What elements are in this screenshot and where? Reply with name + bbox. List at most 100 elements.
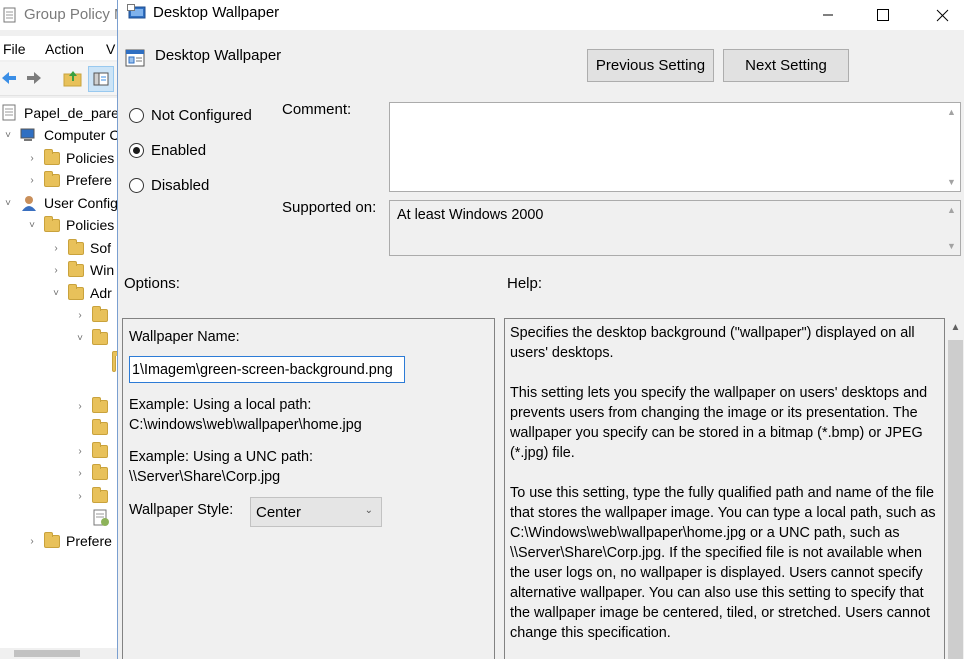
forward-arrow-icon[interactable] (25, 69, 43, 87)
tree-item[interactable]: ˅ Computer C (2, 124, 119, 146)
chevron-down-icon[interactable]: ˅ (50, 288, 62, 299)
comment-textarea[interactable]: ▲ ▼ (389, 102, 961, 192)
next-setting-button[interactable]: Next Setting (723, 49, 849, 82)
scroll-down-icon[interactable]: ▼ (947, 177, 956, 187)
folder-icon (92, 396, 108, 413)
radio-disabled[interactable]: Disabled (129, 174, 209, 196)
tree-item[interactable]: › (74, 304, 114, 326)
maximize-button[interactable] (860, 0, 906, 30)
chevron-right-icon[interactable]: › (50, 243, 62, 254)
help-scroll-thumb[interactable] (948, 340, 963, 659)
tree-item-label: Prefere (66, 533, 112, 549)
tree-item[interactable]: ˅ (74, 327, 114, 349)
previous-setting-button[interactable]: Previous Setting (587, 49, 714, 82)
tree-item-label: User Config (44, 195, 118, 211)
radio-button[interactable] (129, 107, 144, 123)
folder-icon (112, 351, 120, 372)
menu-view[interactable]: V (106, 41, 115, 57)
radio-button[interactable] (129, 177, 144, 193)
help-text: Specifies the desktop background ("wallp… (510, 323, 942, 663)
comment-label: Comment: (282, 101, 352, 118)
menu-action[interactable]: Action (45, 41, 84, 57)
tree-item[interactable]: ˅ Adr (50, 282, 112, 304)
wallpaper-style-dropdown[interactable]: Center ⌄ (250, 497, 382, 527)
chevron-right-icon[interactable]: › (74, 446, 86, 457)
gpe-scroll-thumb[interactable] (14, 650, 80, 657)
dialog-title: Desktop Wallpaper (153, 4, 280, 21)
tree-item[interactable]: › (74, 440, 114, 462)
chevron-down-icon[interactable]: ˅ (2, 130, 14, 141)
folder-icon (68, 238, 84, 255)
wallpaper-name-value: 1\Imagem\green-screen-background.png (132, 361, 393, 378)
close-icon (936, 9, 948, 21)
wallpaper-style-value: Center (256, 503, 302, 521)
up-folder-icon[interactable] (63, 69, 83, 87)
folder-icon (68, 283, 84, 300)
chevron-down-icon[interactable]: ˅ (26, 220, 38, 231)
radio-enabled[interactable]: Enabled (129, 139, 206, 161)
help-panel: Specifies the desktop background ("wallp… (504, 318, 945, 659)
folder-icon (92, 305, 108, 322)
tree-item-label: Computer C (44, 127, 120, 143)
wallpaper-name-input[interactable]: 1\Imagem\green-screen-background.png (129, 356, 405, 383)
chevron-right-icon[interactable]: › (26, 175, 38, 186)
tree-item[interactable]: ˅ User Config (2, 192, 118, 214)
tree-item[interactable]: › (74, 462, 114, 484)
supported-scrollbar[interactable]: ▲ ▼ (943, 201, 960, 255)
minimize-button[interactable] (805, 0, 851, 30)
tree-item[interactable]: › Prefere (26, 169, 112, 191)
gpe-tree-view: Papel_de_pare ˅ Computer C › Policies › Prefer… (0, 98, 120, 648)
show-hide-tree-button[interactable] (88, 66, 114, 92)
tree-item[interactable]: Papel_de_pare (2, 102, 119, 124)
console-tree-icon (93, 72, 109, 86)
scroll-up-icon[interactable]: ▲ (947, 107, 956, 117)
chevron-right-icon[interactable]: › (74, 468, 86, 479)
comment-scrollbar[interactable]: ▲ ▼ (943, 103, 960, 191)
computer-icon (20, 128, 35, 141)
supported-on-box: At least Windows 2000 ▲ ▼ (389, 200, 961, 256)
chevron-right-icon[interactable]: › (26, 536, 38, 547)
chevron-right-icon[interactable]: › (50, 265, 62, 276)
tree-item[interactable]: › Prefere (26, 530, 112, 552)
scroll-down-icon[interactable]: ▼ (947, 241, 956, 251)
setting-header-icon (125, 49, 145, 67)
back-arrow-icon[interactable] (0, 69, 18, 87)
scroll-up-icon[interactable]: ▲ (946, 322, 964, 333)
gpe-toolbar (0, 62, 120, 96)
radio-not-configured[interactable]: Not Configured (129, 104, 252, 126)
example-local-label: Example: Using a local path: (129, 397, 312, 413)
tree-item[interactable]: ˅ Policies (26, 214, 114, 236)
gpe-horizontal-scrollbar[interactable] (0, 648, 120, 659)
tree-item[interactable]: › Policies (26, 147, 114, 169)
tree-item[interactable] (74, 417, 114, 439)
folder-icon (92, 328, 108, 345)
gpe-title: Group Policy M (24, 6, 120, 23)
tree-item[interactable]: › (74, 485, 114, 507)
chevron-right-icon[interactable]: › (74, 310, 86, 321)
chevron-down-icon[interactable]: ˅ (74, 333, 86, 344)
policy-setting-icon (127, 4, 146, 19)
folder-icon (92, 418, 108, 435)
folder-icon (44, 215, 60, 232)
tree-item[interactable] (92, 507, 110, 529)
menu-file[interactable]: File (3, 41, 26, 57)
close-button[interactable] (919, 0, 964, 30)
chevron-right-icon[interactable]: › (74, 491, 86, 502)
tree-item[interactable]: › Win (50, 259, 114, 281)
radio-button-selected[interactable] (129, 142, 144, 158)
chevron-right-icon[interactable]: › (74, 401, 86, 412)
wallpaper-style-label: Wallpaper Style: (129, 502, 234, 518)
minimize-icon (823, 14, 833, 16)
supported-on-label: Supported on: (282, 199, 377, 216)
gpe-title-bar: Group Policy M (0, 0, 120, 30)
chevron-right-icon[interactable]: › (26, 153, 38, 164)
help-paragraph: This setting lets you specify the wallpa… (510, 385, 928, 461)
tree-item[interactable]: › (74, 395, 114, 417)
scroll-up-icon[interactable]: ▲ (947, 205, 956, 215)
folder-icon (44, 148, 60, 165)
tree-item-label: Policies (66, 217, 115, 233)
help-scrollbar[interactable]: ▲ (946, 318, 964, 659)
chevron-down-icon[interactable]: ˅ (2, 198, 14, 209)
tree-item[interactable]: › Sof (50, 237, 111, 259)
tree-item-label: Adr (90, 285, 112, 301)
